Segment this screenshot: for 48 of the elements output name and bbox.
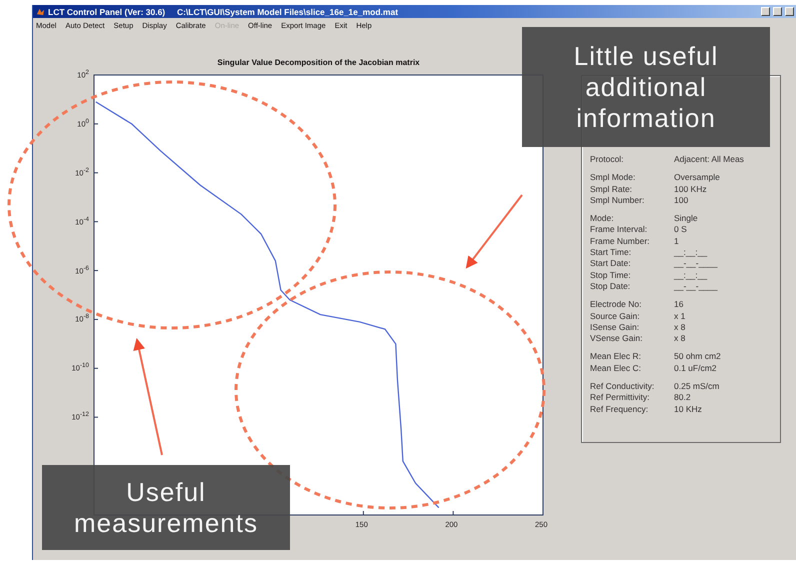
info-value: 16 [674,299,684,311]
info-value: Oversample [674,172,721,184]
maximize-button[interactable] [773,7,782,16]
info-label: Smpl Rate: [590,184,634,195]
info-label: Mode: [590,213,615,224]
info-label: Mean Elec R: [590,351,642,363]
info-label: ISense Gain: [590,322,640,334]
annotation-label: Useful measurements [42,465,290,550]
info-label: Smpl Mode: [590,172,636,184]
info-value: 10 KHz [674,404,703,415]
info-value: 1 [674,236,680,248]
minimize-button[interactable] [761,7,770,16]
info-value: Single [674,213,699,224]
window-title: LCT Control Panel (Ver: 30.6) C:\LCT\GUI\System Model Files\slice_16e_1e_mod.mat [48,6,400,16]
info-label: Electrode No: [590,299,642,311]
info-value: x 8 [674,322,686,334]
info-value: 0 S [674,224,688,236]
info-label: Frame Interval: [590,224,648,236]
chart-title: Singular Value Decomposition of the Jacobian matrix [216,58,421,67]
info-value: 0.1 uF/cm2 [674,362,718,374]
info-label: Stop Time: [590,270,632,281]
info-value: 80.2 [674,392,692,404]
info-value: 100 KHz [674,184,708,195]
info-label: Smpl Number: [590,194,646,206]
info-label: Start Date: [590,258,632,270]
info-label: Mean Elec C: [590,362,642,374]
info-value: 0.25 mS/cm [674,381,720,392]
info-label: Ref Frequency: [590,404,650,415]
info-label: Stop Date: [590,280,632,292]
info-value: __:__:__ [674,247,708,258]
info-label: Ref Permittivity: [590,392,651,404]
info-value: __-__-____ [674,280,718,292]
info-value: x 8 [674,333,686,344]
annotation-label: Little useful additional information [522,27,770,147]
info-value: 50 ohm cm2 [674,351,722,363]
info-label: Start Time: [590,247,632,258]
info-value: __-__-____ [674,258,718,270]
info-label: Protocol: [590,154,625,166]
info-label: VSense Gain: [590,333,644,344]
info-value: __:__:__ [674,270,708,281]
info-value: x 1 [674,310,686,322]
info-label: Source Gain: [590,310,641,322]
close-button[interactable] [785,7,794,16]
info-label: Frame Number: [590,236,651,248]
info-value: 100 [674,194,690,206]
info-label: Ref Conductivity: [590,381,656,392]
info-value: Adjacent: All Meas [674,154,745,166]
app-icon [36,7,45,16]
